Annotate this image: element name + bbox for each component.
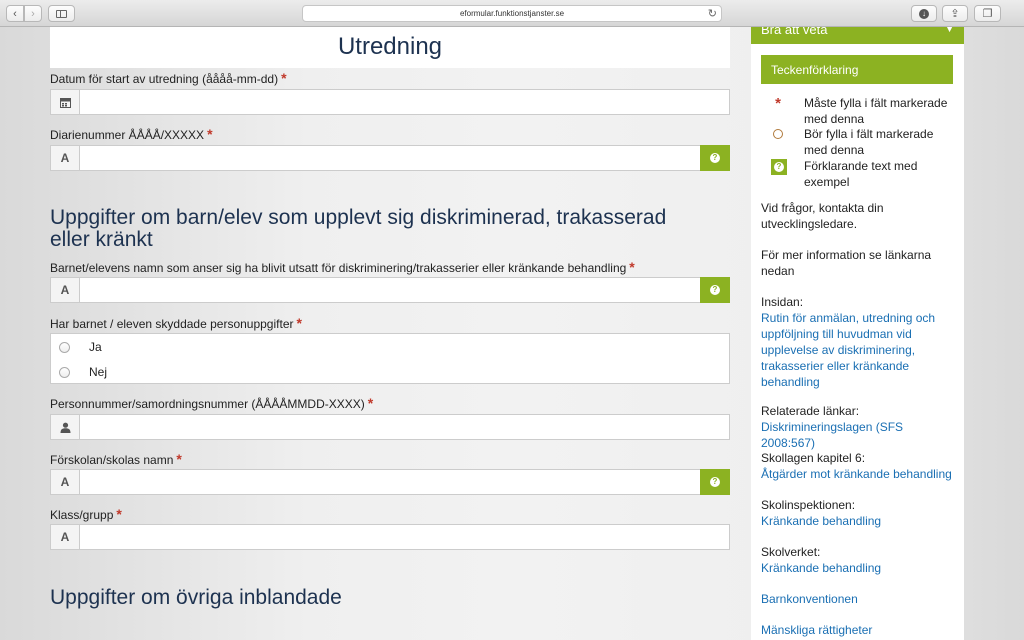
radio-label: Ja bbox=[89, 340, 102, 354]
start-date-label: Datum för start av utredning (åååå-mm-dd… bbox=[50, 70, 287, 86]
school-name-input[interactable] bbox=[81, 470, 691, 494]
diary-number-label-text: Diarienummer ÅÅÅÅ/XXXXX bbox=[50, 128, 205, 142]
text-field-icon: A bbox=[51, 525, 80, 549]
personal-number-input[interactable] bbox=[81, 415, 721, 439]
download-icon: ↓ bbox=[919, 8, 929, 19]
sidebar-toggle-button[interactable] bbox=[48, 5, 75, 22]
barnkonventionen-link[interactable]: Barnkonventionen bbox=[761, 591, 956, 607]
insidan-link[interactable]: Rutin för anmälan, utredning och uppfölj… bbox=[761, 310, 956, 390]
class-group-field[interactable]: A bbox=[50, 524, 730, 550]
text-field-icon: A bbox=[51, 146, 80, 170]
radio-option-nej[interactable]: Nej bbox=[51, 360, 729, 384]
legend-text: Förklarande text med exempel bbox=[804, 159, 918, 189]
start-date-field[interactable] bbox=[50, 89, 730, 115]
personal-number-label: Personnummer/samordningsnummer (ÅÅÅÅMMDD… bbox=[50, 395, 373, 411]
required-icon: * bbox=[367, 395, 374, 411]
help-icon: ? bbox=[710, 153, 720, 163]
circle-icon bbox=[771, 127, 785, 139]
protected-data-radio-group: Ja Nej bbox=[50, 333, 730, 384]
downloads-button[interactable]: ↓ bbox=[911, 5, 937, 22]
diary-number-input[interactable] bbox=[81, 146, 691, 170]
required-icon: * bbox=[116, 506, 122, 522]
radio-option-ja[interactable]: Ja bbox=[51, 335, 729, 359]
skollagen-label: Skollagen kapitel 6: bbox=[761, 451, 866, 465]
class-group-label: Klass/grupp * bbox=[50, 506, 122, 522]
required-icon: * bbox=[629, 259, 635, 275]
protected-data-label-text: Har barnet / eleven skyddade personuppgi… bbox=[50, 317, 294, 331]
forward-button[interactable]: › bbox=[24, 5, 42, 22]
class-group-input[interactable] bbox=[81, 525, 721, 549]
skolinspektionen-link[interactable]: Kränkande behandling bbox=[761, 513, 956, 529]
start-date-input[interactable] bbox=[81, 90, 721, 114]
radio-button[interactable] bbox=[59, 342, 70, 353]
reload-icon[interactable]: ↻ bbox=[708, 7, 717, 20]
help-icon: ? bbox=[710, 285, 720, 295]
chevron-left-icon: ‹ bbox=[13, 7, 17, 20]
radio-button[interactable] bbox=[59, 367, 70, 378]
calendar-icon[interactable] bbox=[51, 90, 80, 114]
personal-number-field[interactable] bbox=[50, 414, 730, 440]
required-icon: * bbox=[176, 451, 182, 467]
contact-text: Vid frågor, kontakta din utvecklingsleda… bbox=[761, 201, 884, 231]
related-label: Relaterade länkar: bbox=[761, 404, 860, 418]
url-text: eformular.funktionstjanster.se bbox=[459, 9, 565, 18]
insidan-label: Insidan: bbox=[761, 295, 804, 309]
tabs-button[interactable]: ❐ bbox=[974, 5, 1001, 22]
skolinspektionen-label: Skolinspektionen: bbox=[761, 498, 856, 512]
child-name-input[interactable] bbox=[81, 278, 691, 302]
legend-title: Teckenförklaring bbox=[761, 55, 953, 84]
section-title-others: Uppgifter om övriga inblandade bbox=[50, 586, 342, 609]
chevron-right-icon: › bbox=[31, 7, 35, 20]
child-name-label: Barnet/elevens namn som anser sig ha bli… bbox=[50, 259, 635, 275]
sidebar-header[interactable]: Bra att veta ▼ bbox=[751, 27, 964, 44]
required-icon: * bbox=[775, 95, 781, 112]
school-name-label: Förskolan/skolas namn * bbox=[50, 451, 182, 467]
sidebar-header-text: Bra att veta bbox=[761, 27, 828, 37]
back-button[interactable]: ‹ bbox=[6, 5, 24, 22]
info-sidebar: Bra att veta ▼ Teckenförklaring * Måste … bbox=[751, 27, 964, 640]
child-name-field[interactable]: A ? bbox=[50, 277, 730, 303]
radio-label: Nej bbox=[89, 365, 108, 379]
related-link[interactable]: Diskrimineringslagen (SFS 2008:567) bbox=[761, 419, 956, 451]
browser-toolbar: ‹ › eformular.funktionstjanster.se ↻ ↓ ⇪… bbox=[0, 0, 1024, 27]
share-button[interactable]: ⇪ bbox=[942, 5, 968, 22]
help-button[interactable]: ? bbox=[700, 469, 730, 495]
skolverket-label: Skolverket: bbox=[761, 545, 821, 559]
child-name-label-text: Barnet/elevens namn som anser sig ha bli… bbox=[50, 261, 627, 275]
help-icon: ? bbox=[771, 159, 787, 175]
legend-text: Bör fylla i fält markerade med denna bbox=[804, 127, 934, 157]
required-icon: * bbox=[281, 70, 287, 86]
rights-link[interactable]: Mänskliga rättigheter bbox=[761, 622, 956, 638]
form-title: Utredning bbox=[50, 27, 730, 68]
diary-number-label: Diarienummer ÅÅÅÅ/XXXXX * bbox=[50, 126, 213, 142]
start-date-label-text: Datum för start av utredning (åååå-mm-dd… bbox=[50, 72, 279, 86]
required-icon: * bbox=[296, 315, 302, 331]
protected-data-label: Har barnet / eleven skyddade personuppgi… bbox=[50, 315, 302, 331]
help-icon: ? bbox=[710, 477, 720, 487]
school-name-label-text: Förskolan/skolas namn bbox=[50, 453, 174, 467]
text-field-icon: A bbox=[51, 278, 80, 302]
share-icon: ⇪ bbox=[950, 8, 960, 20]
skollagen-link[interactable]: Åtgärder mot kränkande behandling bbox=[761, 466, 956, 482]
address-bar[interactable]: eformular.funktionstjanster.se ↻ bbox=[302, 5, 722, 22]
section-title-child: Uppgifter om barn/elev som upplevt sig d… bbox=[50, 206, 667, 251]
text-field-icon: A bbox=[51, 470, 80, 494]
tabs-icon: ❐ bbox=[982, 8, 993, 20]
sidebar-icon bbox=[56, 9, 67, 18]
page: Utredning Datum för start av utredning (… bbox=[0, 27, 1024, 640]
help-button[interactable]: ? bbox=[700, 145, 730, 171]
school-name-field[interactable]: A ? bbox=[50, 469, 730, 495]
diary-number-field[interactable]: A ? bbox=[50, 145, 730, 171]
help-button[interactable]: ? bbox=[700, 277, 730, 303]
chevron-down-icon[interactable]: ▼ bbox=[944, 27, 955, 35]
personal-number-label-text: Personnummer/samordningsnummer (ÅÅÅÅMMDD… bbox=[50, 397, 365, 411]
info-text: För mer information se länkarna nedan bbox=[761, 248, 932, 278]
class-group-label-text: Klass/grupp bbox=[50, 508, 114, 522]
user-icon bbox=[51, 415, 80, 439]
required-icon: * bbox=[207, 126, 213, 142]
skolverket-link[interactable]: Kränkande behandling bbox=[761, 560, 956, 576]
legend-text: Måste fylla i fält markerade med denna bbox=[804, 96, 948, 126]
